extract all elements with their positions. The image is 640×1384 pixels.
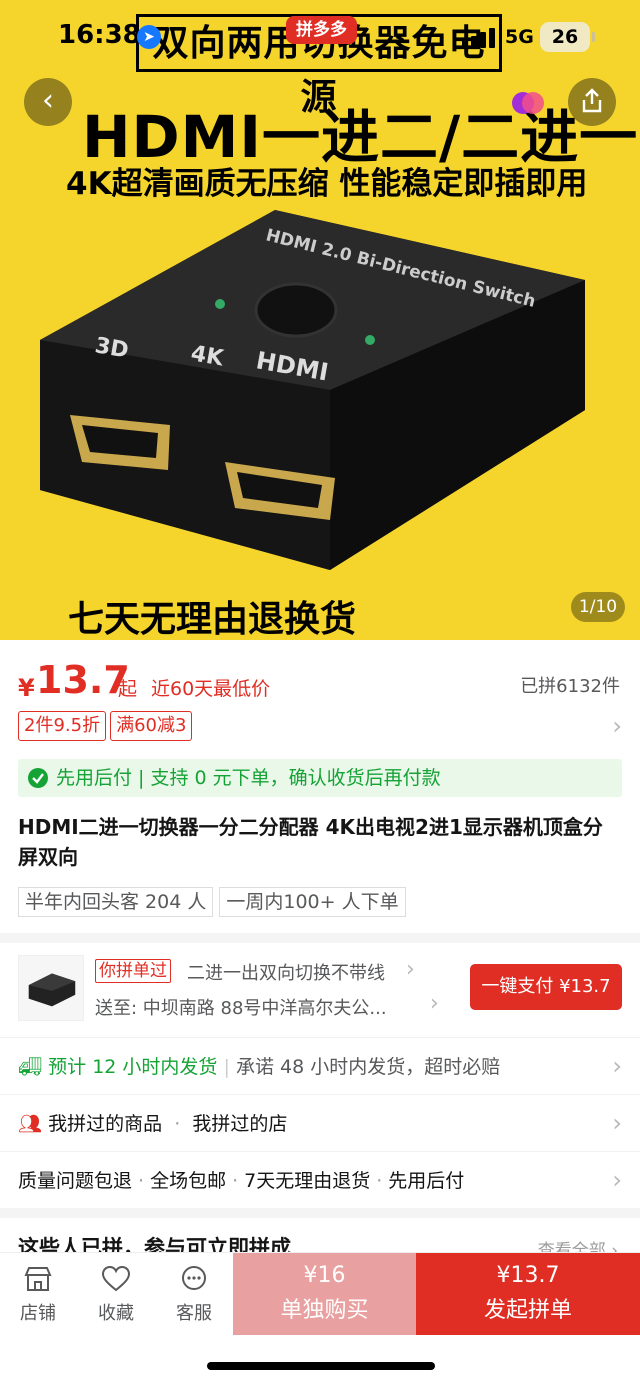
history-stores-link[interactable]: 我拼过的店 [192, 1113, 287, 1135]
section-divider [0, 1208, 640, 1218]
product-thumbnail[interactable] [18, 955, 84, 1021]
status-time: 16:38 [58, 20, 141, 50]
users-icon: 👥︎ [18, 1113, 43, 1135]
price-value: 13.7 [36, 658, 130, 702]
truck-icon: 🚚︎ [18, 1056, 43, 1078]
tag-repeat-buyers: 半年内回头客 204 人 [18, 887, 214, 917]
one-click-pay-button[interactable]: 一键支付 ¥13.7 [470, 964, 622, 1010]
buy-alone-label: 单独购买 [280, 1298, 369, 1323]
favorite-label: 收藏 [98, 1303, 134, 1324]
shipping-highlight: 预计 12 小时内发货 [48, 1056, 218, 1078]
tag-weekly-orders: 一周内100+ 人下单 [219, 887, 406, 917]
group-buy-price: ¥13.7 [496, 1263, 560, 1288]
store-label: 店铺 [20, 1303, 56, 1324]
home-indicator[interactable] [207, 1362, 435, 1370]
service-item: 质量问题包退 [18, 1170, 133, 1192]
section-divider [0, 933, 640, 943]
price-suffix: 起 [118, 678, 138, 700]
location-arrow-icon: ➤ [137, 25, 161, 49]
shipping-promise: 承诺 48 小时内发货，超时必赔 [235, 1056, 501, 1078]
pay-later-text: 先用后付 | 支持 0 元下单，确认收货后再付款 [56, 767, 441, 789]
favorite-button[interactable]: 收藏 [84, 1261, 148, 1325]
shipping-address[interactable]: 送至: 中坝南路 88号中洋高尔夫公... [95, 994, 387, 1020]
buy-alone-button[interactable]: ¥16 单独购买 [233, 1253, 416, 1335]
hero-footer-text: 七天无理由退换货 [68, 599, 357, 640]
status-bar: 16:38 ➤ 5G 26 [0, 0, 640, 76]
bottom-action-bar: 店铺 收藏 客服 ¥16 单独购买 ¥13.7 发起拼单 [0, 1252, 640, 1335]
cellular-signal-icon [462, 26, 496, 48]
sold-count: 已拼6132件 [520, 676, 620, 697]
currency-symbol: ¥ [18, 674, 35, 702]
chevron-right-icon[interactable]: › [612, 1109, 622, 1137]
ordered-before-badge: 你拼单过 [95, 959, 171, 983]
group-buy-label: 发起拼单 [483, 1298, 572, 1323]
back-button[interactable]: ‹ [24, 78, 72, 126]
share-icon [582, 88, 602, 113]
battery-icon: 26 [540, 22, 595, 52]
lowest-price-note: 近60天最低价 [151, 678, 271, 700]
hdmi-switch-illustration: HDMI 2.0 Bi-Direction Switch 3D 4K HDMI [40, 210, 585, 570]
previous-order-card[interactable]: 你拼单过 二进一出双向切换不带线 › 送至: 中坝南路 88号中洋高尔夫公...… [0, 945, 640, 1035]
chevron-right-icon[interactable]: › [430, 991, 439, 1016]
history-products-link[interactable]: 我拼过的商品 [48, 1113, 162, 1135]
customer-service-label: 客服 [176, 1303, 212, 1324]
product-title: HDMI二进一切换器一分二分配器 4K出电视2进1显示器机顶盒分屏双向 [18, 815, 603, 869]
coupon-list[interactable]: 2件9.5折 满60减3 [18, 711, 196, 741]
start-group-buy-button[interactable]: ¥13.7 发起拼单 [416, 1253, 640, 1335]
order-product-name[interactable]: 二进一出双向切换不带线 [187, 959, 385, 985]
chevron-right-icon[interactable]: › [612, 1052, 622, 1080]
product-image-carousel[interactable]: 双向两用切换器免电源 拼多多 HDMI一进二/二进一 4K超清画质无压缩 性能稳… [0, 0, 640, 640]
shipping-row[interactable]: 🚚︎ 预计 12 小时内发货 | 承诺 48 小时内发货，超时必赔 › [0, 1037, 640, 1093]
coupon-tag[interactable]: 2件9.5折 [18, 711, 107, 741]
store-icon [24, 1267, 52, 1291]
chevron-right-icon[interactable]: › [612, 1166, 622, 1194]
pay-later-banner[interactable]: 先用后付 | 支持 0 元下单，确认收货后再付款 [18, 759, 622, 797]
image-counter: 1/10 [571, 592, 625, 622]
product-tags: 半年内回头客 204 人一周内100+ 人下单 [18, 887, 412, 917]
share-button[interactable] [568, 78, 616, 126]
chevron-right-icon[interactable]: › [406, 957, 415, 982]
hero-subline: 4K超清画质无压缩 性能稳定即插即用 [66, 166, 588, 202]
price-row: ¥ 13.7 起 近60天最低价 已拼6132件 [0, 650, 640, 710]
assistant-orb-icon[interactable] [510, 86, 546, 120]
history-row[interactable]: 👥︎ 我拼过的商品 · 我拼过的店 › [0, 1094, 640, 1150]
chevron-right-icon[interactable]: › [612, 712, 622, 740]
customer-service-button[interactable]: 客服 [162, 1261, 226, 1325]
pay-later-icon [28, 768, 48, 788]
service-item: 全场包邮 [150, 1170, 227, 1192]
coupon-tag[interactable]: 满60减3 [110, 711, 193, 741]
service-item: 7天无理由退货 [244, 1170, 371, 1192]
heart-icon [101, 1265, 131, 1292]
service-guarantees-row[interactable]: 质量问题包退 · 全场包邮 · 7天无理由退货 · 先用后付 › [0, 1151, 640, 1207]
store-button[interactable]: 店铺 [6, 1261, 70, 1325]
buy-alone-price: ¥16 [303, 1263, 346, 1288]
chat-icon [182, 1266, 206, 1290]
service-item: 先用后付 [388, 1170, 465, 1192]
chevron-left-icon: ‹ [42, 83, 54, 118]
network-type: 5G [505, 26, 534, 48]
